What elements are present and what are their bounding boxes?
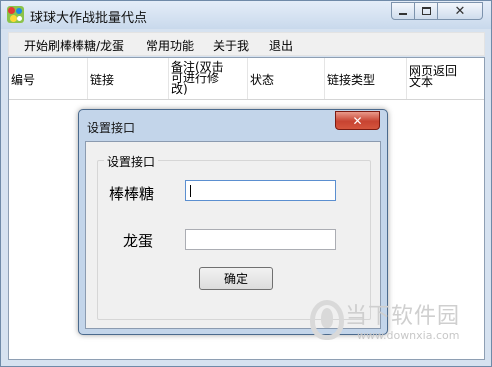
table-header: 编号 链接 备注(双击可进行修改) 状态 链接类型 网页返回文本 xyxy=(9,58,484,100)
app-icon xyxy=(7,6,24,23)
menu-common-functions[interactable]: 常用功能 xyxy=(146,37,194,54)
watermark-text: 当下软件园 xyxy=(345,304,461,329)
dragon-egg-input[interactable] xyxy=(185,229,336,250)
groupbox-label: 设置接口 xyxy=(104,153,159,170)
column-header-label: 编号 xyxy=(11,72,36,87)
menu-start-lollipop-dragon-egg[interactable]: 开始刷棒棒糖/龙蛋 xyxy=(24,37,124,54)
maximize-button[interactable] xyxy=(414,2,438,20)
watermark-logo-icon xyxy=(310,300,344,340)
title-bar[interactable]: 球球大作战批量代点 ✕ xyxy=(1,1,491,29)
close-icon: ✕ xyxy=(352,113,363,128)
watermark-url: www.downxia.com xyxy=(357,329,460,342)
minimize-icon xyxy=(399,13,407,15)
watermark: 当下软件园 www.downxia.com xyxy=(305,298,487,346)
close-icon: ✕ xyxy=(454,3,466,19)
close-button[interactable]: ✕ xyxy=(437,2,483,20)
column-header-label: 网页返回文本 xyxy=(409,64,458,89)
minimize-button[interactable] xyxy=(391,2,415,20)
menu-about[interactable]: 关于我 xyxy=(213,37,249,54)
column-header-label: 链接类型 xyxy=(327,72,376,87)
column-header-label: 备注(双击可进行修改) xyxy=(171,60,224,96)
column-header-label: 状态 xyxy=(250,72,275,87)
text-caret xyxy=(190,185,191,197)
menu-bar: 开始刷棒棒糖/龙蛋 常用功能 关于我 退出 xyxy=(8,32,485,56)
dialog-title: 设置接口 xyxy=(87,121,136,135)
column-header-response-text[interactable]: 网页返回文本 xyxy=(407,58,484,99)
dragon-egg-label: 龙蛋 xyxy=(123,232,154,250)
column-header-id[interactable]: 编号 xyxy=(9,58,88,99)
column-header-label: 链接 xyxy=(90,72,115,87)
dialog-close-button[interactable]: ✕ xyxy=(335,111,380,130)
maximize-icon xyxy=(421,7,431,15)
column-header-status[interactable]: 状态 xyxy=(248,58,325,99)
menu-exit[interactable]: 退出 xyxy=(269,37,293,54)
window-title: 球球大作战批量代点 xyxy=(30,11,148,26)
column-header-note[interactable]: 备注(双击可进行修改) xyxy=(169,58,248,99)
column-header-link[interactable]: 链接 xyxy=(88,58,169,99)
column-header-link-type[interactable]: 链接类型 xyxy=(325,58,407,99)
ok-button[interactable]: 确定 xyxy=(199,267,273,290)
lollipop-label: 棒棒糖 xyxy=(109,185,155,203)
lollipop-input[interactable] xyxy=(185,180,336,201)
